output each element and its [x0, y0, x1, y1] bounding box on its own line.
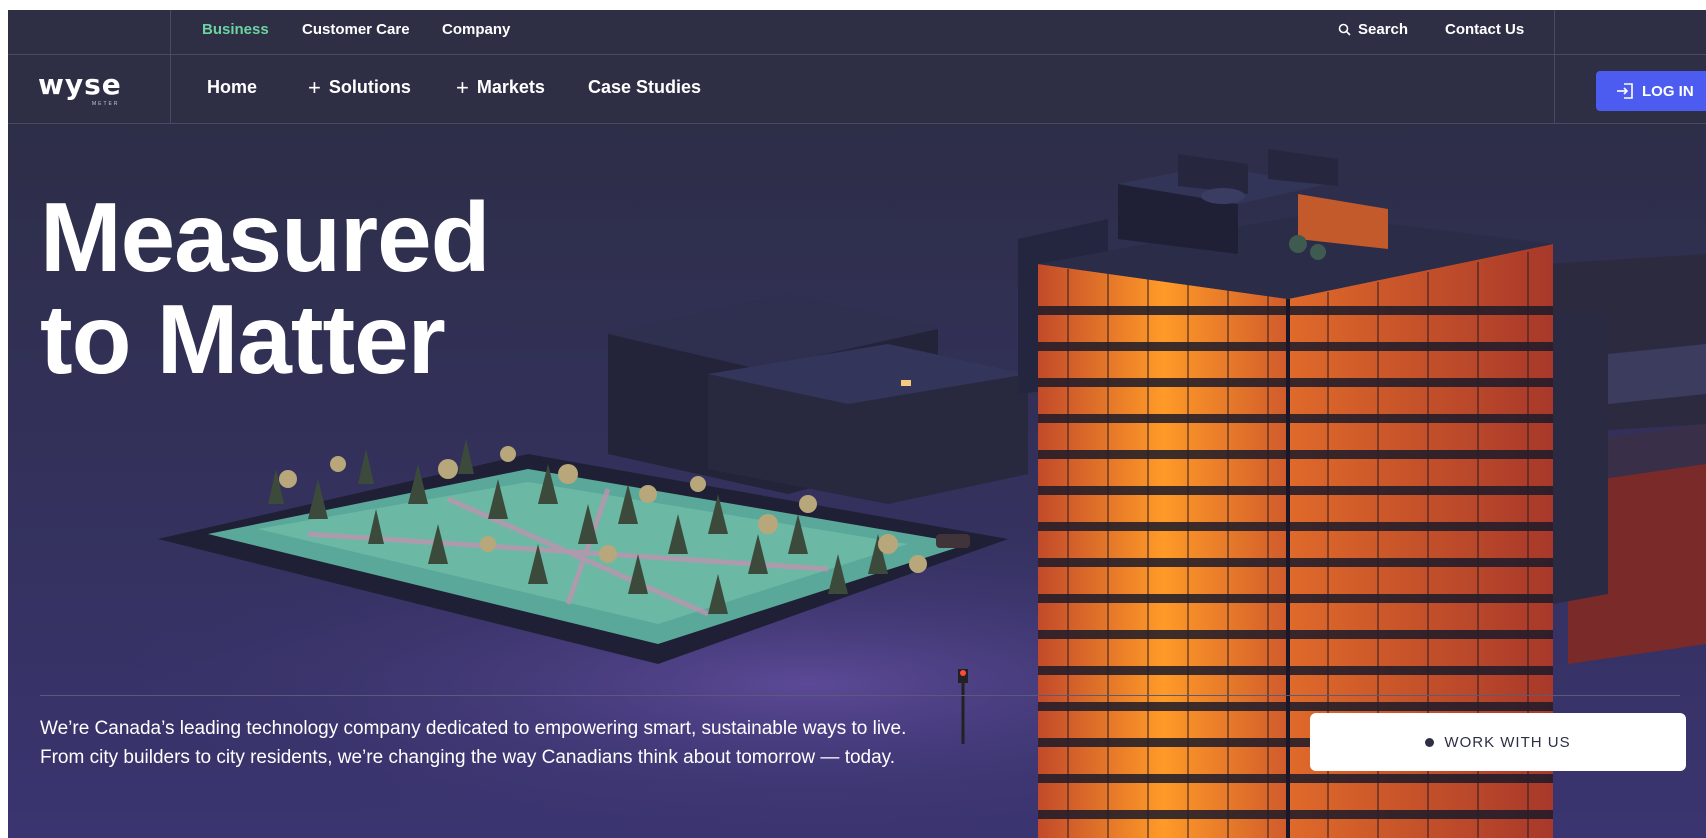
- divider: [170, 55, 171, 123]
- logo-word: wyse: [38, 68, 122, 101]
- work-with-us-label: WORK WITH US: [1444, 733, 1571, 751]
- utility-link-business[interactable]: Business: [202, 21, 269, 38]
- login-icon: [1617, 83, 1633, 99]
- nav-case-studies[interactable]: Case Studies: [588, 77, 701, 98]
- logo-sub: METER: [92, 101, 120, 107]
- page-frame: Business Customer Care Company Search Co…: [8, 10, 1706, 838]
- logo[interactable]: wyse METER: [38, 68, 138, 108]
- nav-markets-label: Markets: [476, 77, 545, 97]
- utility-bar: Business Customer Care Company Search Co…: [8, 10, 1706, 55]
- tagline-line-2: From city builders to city residents, we…: [40, 747, 896, 768]
- nav-case-studies-label: Case Studies: [588, 77, 702, 97]
- hero-divider: [40, 695, 1680, 696]
- nav-home[interactable]: Home: [207, 77, 257, 98]
- divider: [1554, 10, 1555, 54]
- hero-section: Measured to Matter We’re Canada’s leadin…: [8, 124, 1706, 838]
- headline-line-2: to Matter: [40, 284, 446, 394]
- utility-link-company[interactable]: Company: [442, 21, 510, 38]
- login-label: LOG IN: [1642, 82, 1694, 100]
- search-link[interactable]: Search: [1338, 21, 1408, 38]
- tagline-line-1: We’re Canada’s leading technology compan…: [40, 718, 907, 739]
- nav-solutions-label: Solutions: [328, 77, 411, 97]
- plus-icon: +: [456, 74, 469, 100]
- dot-icon: [1425, 737, 1435, 747]
- nav-home-label: Home: [207, 77, 258, 97]
- search-label: Search: [1358, 21, 1409, 38]
- divider: [1554, 55, 1555, 123]
- hero-tagline: We’re Canada’s leading technology compan…: [40, 714, 906, 772]
- nav-markets[interactable]: + Markets: [456, 74, 545, 100]
- main-nav: wyse METER Home + Solutions + Markets Ca…: [8, 55, 1706, 124]
- plus-icon: +: [308, 74, 321, 100]
- search-icon: [1338, 23, 1351, 36]
- login-button[interactable]: LOG IN: [1596, 71, 1706, 111]
- contact-us-link[interactable]: Contact Us: [1445, 21, 1524, 38]
- utility-link-customer-care[interactable]: Customer Care: [302, 21, 410, 38]
- headline-line-1: Measured: [40, 182, 491, 292]
- hero-headline: Measured to Matter: [40, 182, 491, 394]
- work-with-us-button[interactable]: WORK WITH US: [1310, 713, 1686, 771]
- divider: [170, 10, 171, 54]
- nav-solutions[interactable]: + Solutions: [308, 74, 411, 100]
